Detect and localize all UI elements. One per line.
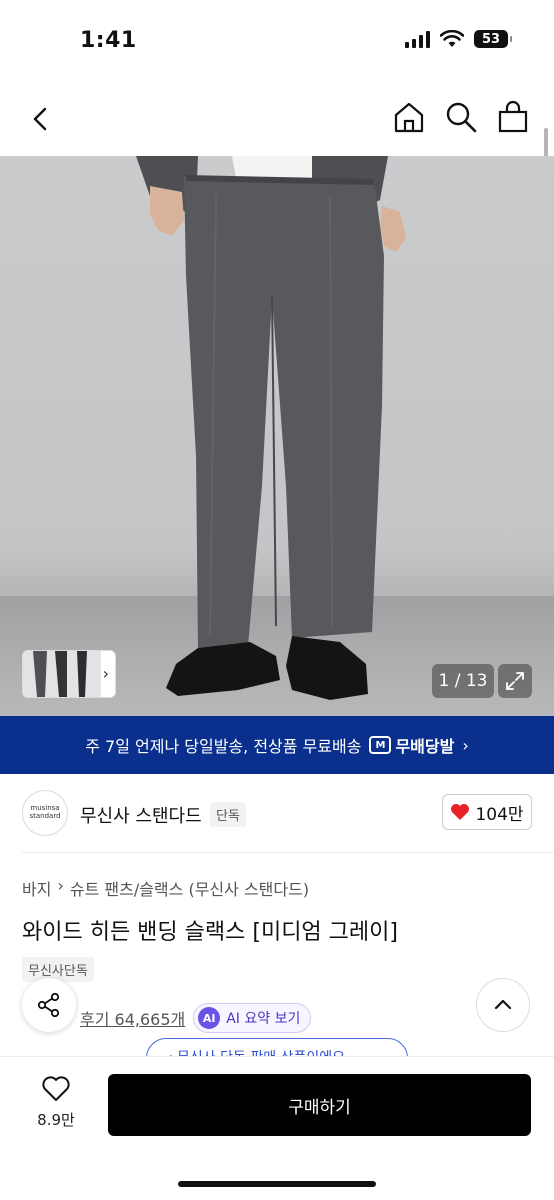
nav-actions bbox=[392, 100, 530, 134]
review-count-link[interactable]: 후기 64,665개 bbox=[80, 1006, 185, 1030]
share-button[interactable] bbox=[22, 978, 76, 1032]
status-bar: 1:41 53 bbox=[0, 0, 554, 80]
expand-icon bbox=[506, 672, 524, 690]
image-counter: 1 / 13 bbox=[432, 664, 494, 698]
breadcrumb-separator: › bbox=[57, 876, 64, 895]
expand-button[interactable] bbox=[498, 664, 532, 698]
scroll-to-top-button[interactable] bbox=[476, 978, 530, 1032]
promo-logo: M 무배당발 bbox=[369, 733, 454, 757]
status-time: 1:41 bbox=[80, 28, 137, 53]
brand-logo[interactable]: musinsa standard bbox=[22, 790, 68, 836]
wishlist-count: 8.9만 bbox=[37, 1111, 75, 1129]
breadcrumb: 바지 › 슈트 팬츠/슬랙스 (무신사 스탠다드) bbox=[22, 876, 309, 900]
thumbnail-strip[interactable]: › bbox=[22, 650, 116, 698]
product-photo bbox=[136, 156, 406, 700]
shopping-bag-icon[interactable] bbox=[496, 100, 530, 134]
exclusive-tag: 단독 bbox=[210, 802, 246, 827]
ai-icon: AI bbox=[198, 1007, 221, 1029]
buy-button[interactable]: 구매하기 bbox=[108, 1074, 531, 1136]
breadcrumb-item[interactable]: 슈트 팬츠/슬랙스 (무신사 스탠다드) bbox=[70, 876, 309, 900]
product-title: 와이드 히든 밴딩 슬랙스 [미디엄 그레이] bbox=[22, 920, 398, 945]
nav-bar bbox=[0, 86, 554, 154]
share-icon bbox=[37, 992, 60, 1018]
ai-summary-label: AI 요약 보기 bbox=[226, 1011, 301, 1027]
breadcrumb-item[interactable]: 바지 bbox=[22, 876, 51, 900]
brand-row: musinsa standard 무신사 스탠다드 단독 104만 bbox=[0, 784, 554, 844]
bottom-action-bar: 8.9만 구매하기 bbox=[0, 1056, 554, 1200]
search-icon[interactable] bbox=[444, 100, 478, 134]
wifi-icon bbox=[440, 30, 464, 47]
chevron-up-icon bbox=[494, 999, 512, 1010]
delivery-truck-icon: M bbox=[369, 736, 392, 754]
brand-name[interactable]: 무신사 스탠다드 bbox=[80, 802, 202, 828]
free-shipping-banner[interactable]: 주 7일 언제나 당일발송, 전상품 무료배송 M 무배당발 › bbox=[0, 716, 554, 774]
brand-logo-line2: standard bbox=[29, 812, 61, 820]
product-image-gallery[interactable]: › 1 / 13 bbox=[0, 156, 554, 716]
promo-text: 주 7일 언제나 당일발송, 전상품 무료배송 bbox=[85, 737, 362, 756]
chevron-right-icon: › bbox=[462, 735, 469, 755]
brand-like-button[interactable]: 104만 bbox=[442, 794, 532, 830]
promo-logo-text: 무배당발 bbox=[395, 737, 455, 756]
thumbnail-image bbox=[23, 651, 101, 697]
cellular-signal-icon bbox=[405, 30, 430, 48]
wishlist-button[interactable]: 8.9만 bbox=[24, 1075, 88, 1145]
chevron-right-icon: › bbox=[102, 664, 109, 683]
brand-like-count: 104만 bbox=[475, 804, 524, 825]
heart-outline-icon bbox=[42, 1076, 70, 1101]
chevron-left-icon[interactable] bbox=[24, 102, 58, 136]
divider bbox=[22, 852, 554, 853]
ai-summary-button[interactable]: AI AI 요약 보기 bbox=[193, 1003, 312, 1033]
exclusive-badge: 무신사단독 bbox=[22, 957, 94, 982]
battery-icon: 53 bbox=[474, 30, 512, 48]
heart-filled-icon bbox=[451, 804, 470, 820]
status-icons: 53 bbox=[405, 30, 512, 48]
home-indicator[interactable] bbox=[178, 1181, 376, 1187]
home-icon[interactable] bbox=[392, 100, 426, 134]
battery-level: 53 bbox=[481, 31, 501, 47]
